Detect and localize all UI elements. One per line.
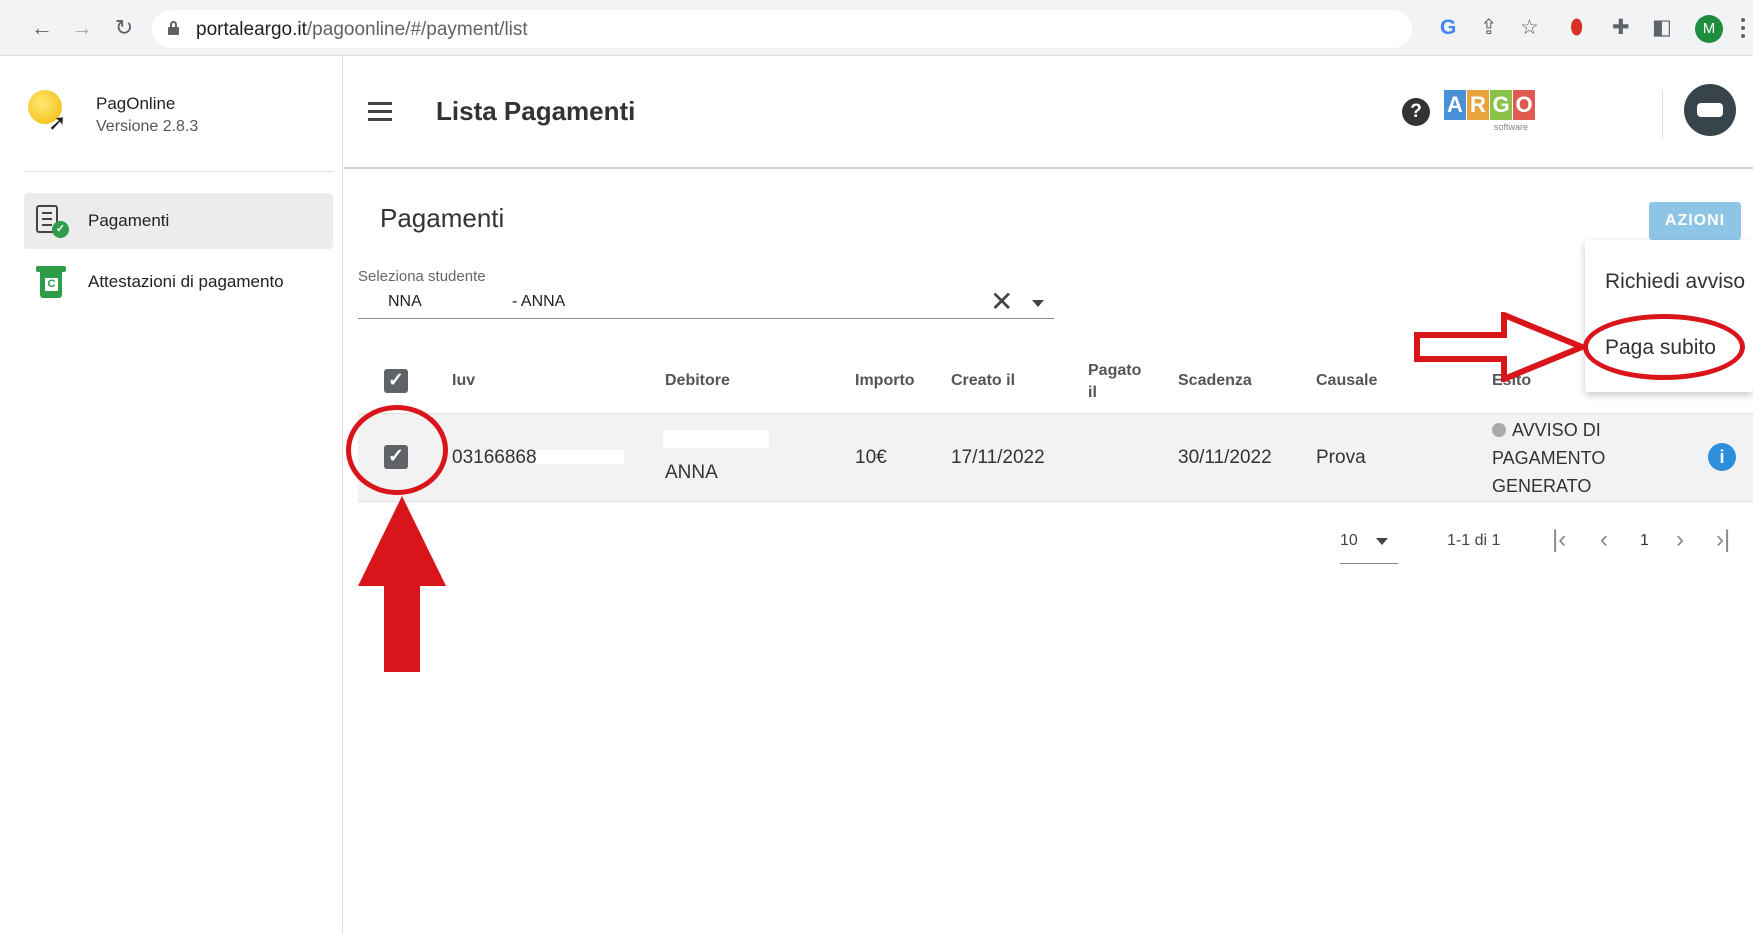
- forward-button[interactable]: →: [68, 14, 96, 42]
- payments-doc-icon: ✓: [36, 205, 69, 238]
- opera-extension-icon[interactable]: ⬮: [1570, 16, 1583, 40]
- pagonline-logo: ➚: [28, 90, 68, 135]
- bookmark-star-icon[interactable]: ☆: [1520, 16, 1539, 40]
- sidebar: ➚ PagOnline Versione 2.8.3 ✓ Pagamenti C…: [0, 56, 343, 934]
- info-icon[interactable]: i: [1708, 443, 1736, 471]
- address-bar[interactable]: portaleargo.it/pagoonline/#/payment/list: [152, 10, 1412, 48]
- cell-causale: Prova: [1316, 447, 1366, 468]
- page-size-underline: [1340, 563, 1398, 564]
- sidebar-item-pagamenti[interactable]: ✓ Pagamenti: [24, 193, 333, 249]
- column-header-debitore[interactable]: Debitore: [665, 372, 730, 390]
- column-header-iuv[interactable]: Iuv: [452, 372, 475, 390]
- column-header-importo[interactable]: Importo: [855, 372, 915, 390]
- select-all-checkbox[interactable]: ✓: [384, 369, 408, 393]
- reload-button[interactable]: ↻: [110, 14, 138, 42]
- extensions-icon[interactable]: ✚: [1612, 16, 1630, 40]
- redaction: [663, 430, 769, 448]
- side-panel-icon[interactable]: ◧: [1652, 16, 1672, 40]
- chevron-down-icon[interactable]: [1032, 300, 1044, 307]
- cell-debitore: ANNA: [665, 462, 718, 483]
- column-header-scadenza[interactable]: Scadenza: [1178, 372, 1252, 390]
- next-page-icon[interactable]: ›: [1676, 526, 1684, 554]
- column-header-creato[interactable]: Creato il: [951, 372, 1015, 390]
- app-name: PagOnline: [96, 94, 176, 113]
- browser-menu-icon[interactable]: [1740, 18, 1746, 40]
- current-page[interactable]: 1: [1640, 532, 1649, 550]
- page-title: Lista Pagamenti: [436, 96, 636, 126]
- cell-iuv: 03166868: [452, 447, 537, 468]
- reload-icon: ↻: [114, 15, 134, 40]
- table-row[interactable]: ✓ 03166868 ANNA 10€ 17/11/2022 30/11/202…: [358, 414, 1753, 502]
- annotation-circle-paga-subito: [1583, 314, 1745, 380]
- chevron-down-icon[interactable]: [1376, 538, 1388, 545]
- sidebar-item-label: Attestazioni di pagamento: [88, 272, 284, 291]
- back-button[interactable]: ←: [28, 14, 56, 42]
- share-icon[interactable]: ⇪: [1480, 16, 1498, 40]
- google-icon[interactable]: G: [1440, 16, 1456, 40]
- prev-page-icon[interactable]: ‹: [1600, 526, 1608, 554]
- help-icon[interactable]: ?: [1402, 98, 1430, 126]
- app-version: Versione 2.8.3: [96, 118, 199, 135]
- menu-item-richiedi-avviso[interactable]: Richiedi avviso: [1605, 270, 1745, 294]
- azioni-button[interactable]: AZIONI: [1649, 202, 1741, 240]
- column-header-causale[interactable]: Causale: [1316, 372, 1377, 390]
- argo-logo: A R G O software: [1444, 90, 1540, 138]
- student-select-value-name[interactable]: - ANNA: [512, 293, 565, 311]
- sidebar-item-label: Pagamenti: [88, 211, 170, 230]
- header-divider: [1662, 90, 1663, 138]
- clear-selection-icon[interactable]: ✕: [990, 288, 1013, 316]
- annotation-arrow-up: [358, 496, 446, 672]
- page-size-select[interactable]: 10: [1340, 532, 1358, 550]
- sidebar-item-attestazioni[interactable]: C Attestazioni di pagamento: [24, 254, 333, 310]
- sidebar-divider: [24, 171, 334, 172]
- cell-importo: 10€: [855, 447, 887, 468]
- user-avatar[interactable]: [1684, 84, 1736, 136]
- student-select-value[interactable]: NNA: [388, 293, 422, 311]
- redaction: [536, 450, 624, 464]
- pagination-range: 1-1 di 1: [1447, 532, 1501, 549]
- receipt-icon: C: [36, 266, 66, 298]
- last-page-icon[interactable]: ›|: [1716, 526, 1730, 554]
- app-header: Lista Pagamenti ? A R G O software: [344, 56, 1753, 169]
- cell-esito: AVVISO DI PAGAMENTO GENERATO: [1492, 420, 1606, 496]
- cell-creato: 17/11/2022: [951, 447, 1045, 468]
- section-title: Pagamenti: [380, 203, 505, 233]
- student-select-label: Seleziona studente: [358, 268, 486, 285]
- hamburger-menu-icon[interactable]: [368, 102, 392, 121]
- browser-toolbar: ← → ↻ portaleargo.it/pagoonline/#/paymen…: [0, 0, 1753, 56]
- status-dot-icon: [1492, 423, 1506, 437]
- annotation-arrow-right: [1414, 312, 1586, 382]
- column-header-pagato[interactable]: Pagato il: [1088, 360, 1148, 404]
- profile-avatar[interactable]: M: [1695, 15, 1723, 43]
- first-page-icon[interactable]: |‹: [1552, 526, 1566, 554]
- url-text: portaleargo.it/pagoonline/#/payment/list: [196, 19, 528, 40]
- cell-scadenza: 30/11/2022: [1178, 447, 1272, 468]
- annotation-circle-checkbox: [346, 405, 448, 495]
- student-select-underline: [358, 318, 1054, 319]
- lock-icon: [168, 21, 179, 35]
